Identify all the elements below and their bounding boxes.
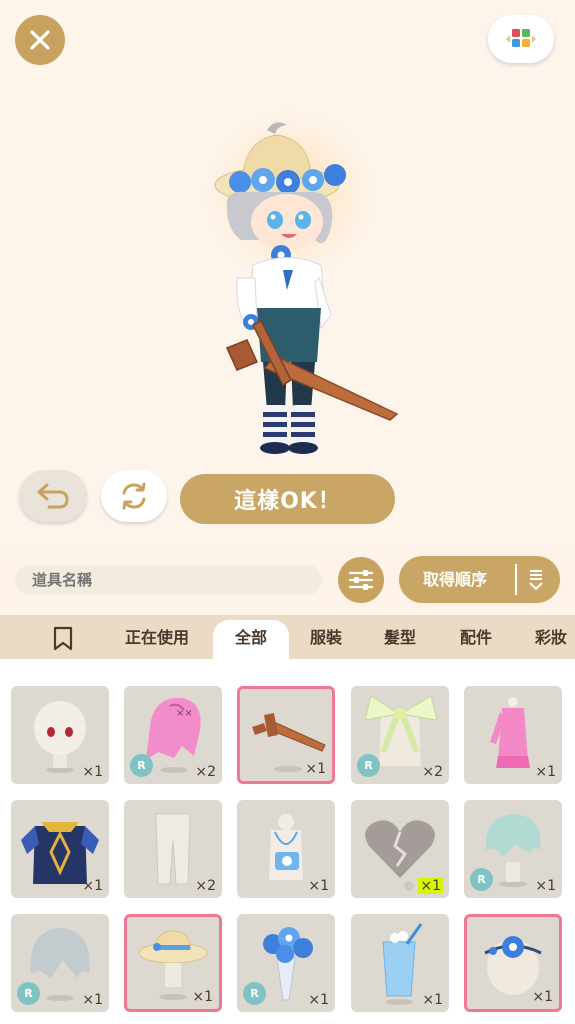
- item-quantity: ×1: [82, 878, 103, 894]
- close-button[interactable]: [15, 15, 65, 65]
- item-quantity: ×1: [422, 992, 443, 1008]
- item-blue-robe[interactable]: ×1: [11, 800, 109, 898]
- item-quantity: ×2: [195, 878, 216, 894]
- item-quantity: ×1: [535, 878, 556, 894]
- tab-all[interactable]: 全部: [213, 620, 289, 659]
- item-flower-bouquet[interactable]: R ×1: [237, 914, 335, 1012]
- item-quantity: ×2: [422, 764, 443, 780]
- rare-badge: R: [17, 982, 40, 1005]
- item-gray-hair[interactable]: R ×1: [11, 914, 109, 1012]
- item-camera-necklace[interactable]: ×1: [237, 800, 335, 898]
- bookmark-tab[interactable]: [52, 626, 74, 655]
- item-white-pants[interactable]: ×2: [124, 800, 222, 898]
- avatar-character: [190, 100, 399, 454]
- item-quantity: ×1: [418, 878, 443, 894]
- search-toolbar: 取得順序: [0, 545, 575, 615]
- sort-order-button[interactable]: 取得順序: [399, 556, 560, 603]
- tab-makeup[interactable]: 彩妝: [523, 615, 575, 659]
- color-palette-button[interactable]: [488, 15, 554, 63]
- tab-accessories[interactable]: 配件: [448, 615, 504, 659]
- item-pink-dress[interactable]: ×1: [464, 686, 562, 784]
- item-flower-headband[interactable]: ×1: [464, 914, 562, 1012]
- filter-button[interactable]: [338, 557, 384, 603]
- item-quantity: ×1: [82, 992, 103, 1008]
- rare-badge: R: [357, 754, 380, 777]
- item-quantity: ×2: [195, 764, 216, 780]
- bookmark-icon: [53, 626, 73, 651]
- item-broken-heart[interactable]: ×1: [351, 800, 449, 898]
- item-green-bow[interactable]: R ×2: [351, 686, 449, 784]
- rare-badge: R: [470, 868, 493, 891]
- close-icon: [30, 30, 50, 50]
- item-quantity: ×1: [308, 992, 329, 1008]
- rare-badge: R: [130, 754, 153, 777]
- tab-hairstyle[interactable]: 髮型: [372, 615, 428, 659]
- item-grid: ×1 ×× R ×2 ×1 R ×2 ×1 ×1 ×2 ×1 ×1 R ×1 R…: [0, 659, 575, 1024]
- item-quantity: ×1: [192, 989, 213, 1005]
- item-face[interactable]: ×1: [11, 686, 109, 784]
- item-straw-hat[interactable]: ×1: [124, 914, 222, 1012]
- item-quantity: ×1: [535, 764, 556, 780]
- tab-clothing[interactable]: 服裝: [298, 615, 354, 659]
- rare-badge: R: [243, 982, 266, 1005]
- category-tabs: 正在使用 全部 服裝 髮型 配件 彩妝: [0, 615, 575, 659]
- rotate-button[interactable]: [101, 470, 167, 522]
- item-mint-hair[interactable]: R ×1: [464, 800, 562, 898]
- sort-divider: [515, 564, 517, 595]
- rotate-icon: [122, 482, 146, 510]
- filter-sliders-icon: [348, 570, 374, 590]
- item-quantity: ×1: [308, 878, 329, 894]
- undo-icon: [37, 483, 69, 509]
- avatar-stage: 這樣OK！: [0, 0, 575, 545]
- item-quantity: ×1: [532, 989, 553, 1005]
- item-quantity: ×1: [82, 764, 103, 780]
- color-palette-icon: [506, 29, 536, 47]
- item-name-search-input[interactable]: [15, 565, 322, 595]
- item-wooden-sword[interactable]: ×1: [237, 686, 335, 784]
- item-quantity: ×1: [305, 761, 326, 777]
- svg-text:××: ××: [176, 708, 193, 719]
- tab-in-use[interactable]: 正在使用: [112, 615, 202, 659]
- item-pink-hair[interactable]: ×× R ×2: [124, 686, 222, 784]
- item-blue-drink[interactable]: ×1: [351, 914, 449, 1012]
- sort-order-label: 取得順序: [423, 570, 488, 589]
- undo-button[interactable]: [19, 470, 87, 522]
- sort-descending-icon: [529, 570, 543, 591]
- confirm-ok-button[interactable]: 這樣OK！: [180, 474, 395, 524]
